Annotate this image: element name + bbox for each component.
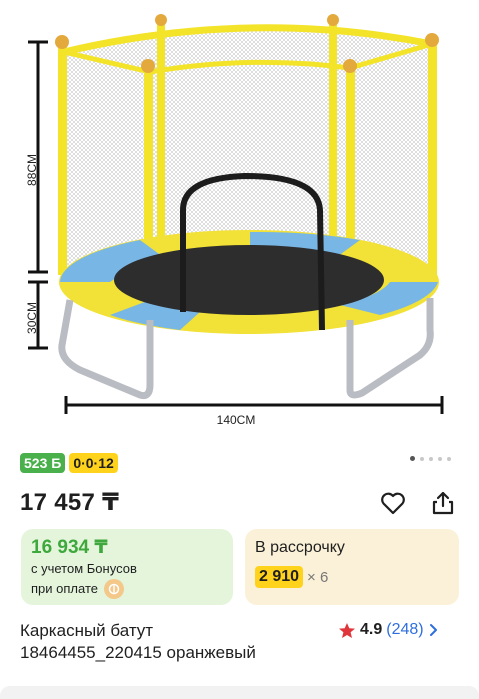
bonus-price: 16 934 ₸	[31, 537, 108, 558]
review-count[interactable]: (248)	[386, 620, 423, 640]
carousel-dot[interactable]	[438, 456, 442, 461]
installment-label: В рассрочку	[255, 539, 345, 556]
product-image[interactable]: 88СМ 30СМ 140CM	[0, 0, 479, 440]
installment-badge: 0·0·12	[69, 453, 118, 473]
dim-height-label: 88СМ	[25, 154, 39, 186]
carousel-dot[interactable]	[410, 456, 415, 461]
image-carousel-dots[interactable]	[410, 456, 451, 461]
bonus-text-line1: с учетом Бонусов	[31, 561, 137, 576]
share-button[interactable]	[426, 486, 460, 520]
bonus-badge: 523 Б	[20, 453, 66, 473]
star-icon	[339, 622, 355, 638]
rating-value: 4.9	[360, 621, 383, 638]
carousel-dot[interactable]	[429, 456, 433, 461]
bottom-sheet-edge	[0, 686, 479, 699]
favorite-button[interactable]	[376, 486, 410, 520]
product-title-line2: 18464455_220415 оранжевый	[20, 643, 256, 662]
heart-icon	[381, 492, 405, 515]
carousel-dot[interactable]	[420, 456, 424, 461]
bonus-price-card[interactable]: 16 934 ₸ с учетом Бонусов при оплате	[21, 529, 233, 605]
chevron-right-icon	[429, 624, 437, 636]
rating-link[interactable]: 4.9 (248)	[338, 620, 440, 640]
installment-card[interactable]: В рассрочку 2 910 × 6	[245, 529, 459, 605]
share-icon	[432, 491, 454, 515]
dim-legs-label: 30СМ	[25, 302, 39, 334]
bonus-text-line2: при оплате	[31, 581, 98, 596]
product-price: 17 457 ₸	[20, 489, 120, 516]
product-title-line1: Каркасный батут	[20, 621, 154, 640]
installment-amount: 2 910	[255, 566, 304, 588]
dim-width-label: 140CM	[217, 413, 256, 427]
product-title: Каркасный батут 18464455_220415 оранжевы…	[20, 620, 340, 664]
carousel-dot[interactable]	[447, 456, 451, 461]
trampoline-image: 88СМ 30СМ 140CM	[25, 14, 444, 427]
badges: 523 Б 0·0·12	[20, 453, 118, 473]
installment-multiplier: × 6	[307, 568, 329, 586]
kaspi-coin-icon	[103, 579, 124, 599]
